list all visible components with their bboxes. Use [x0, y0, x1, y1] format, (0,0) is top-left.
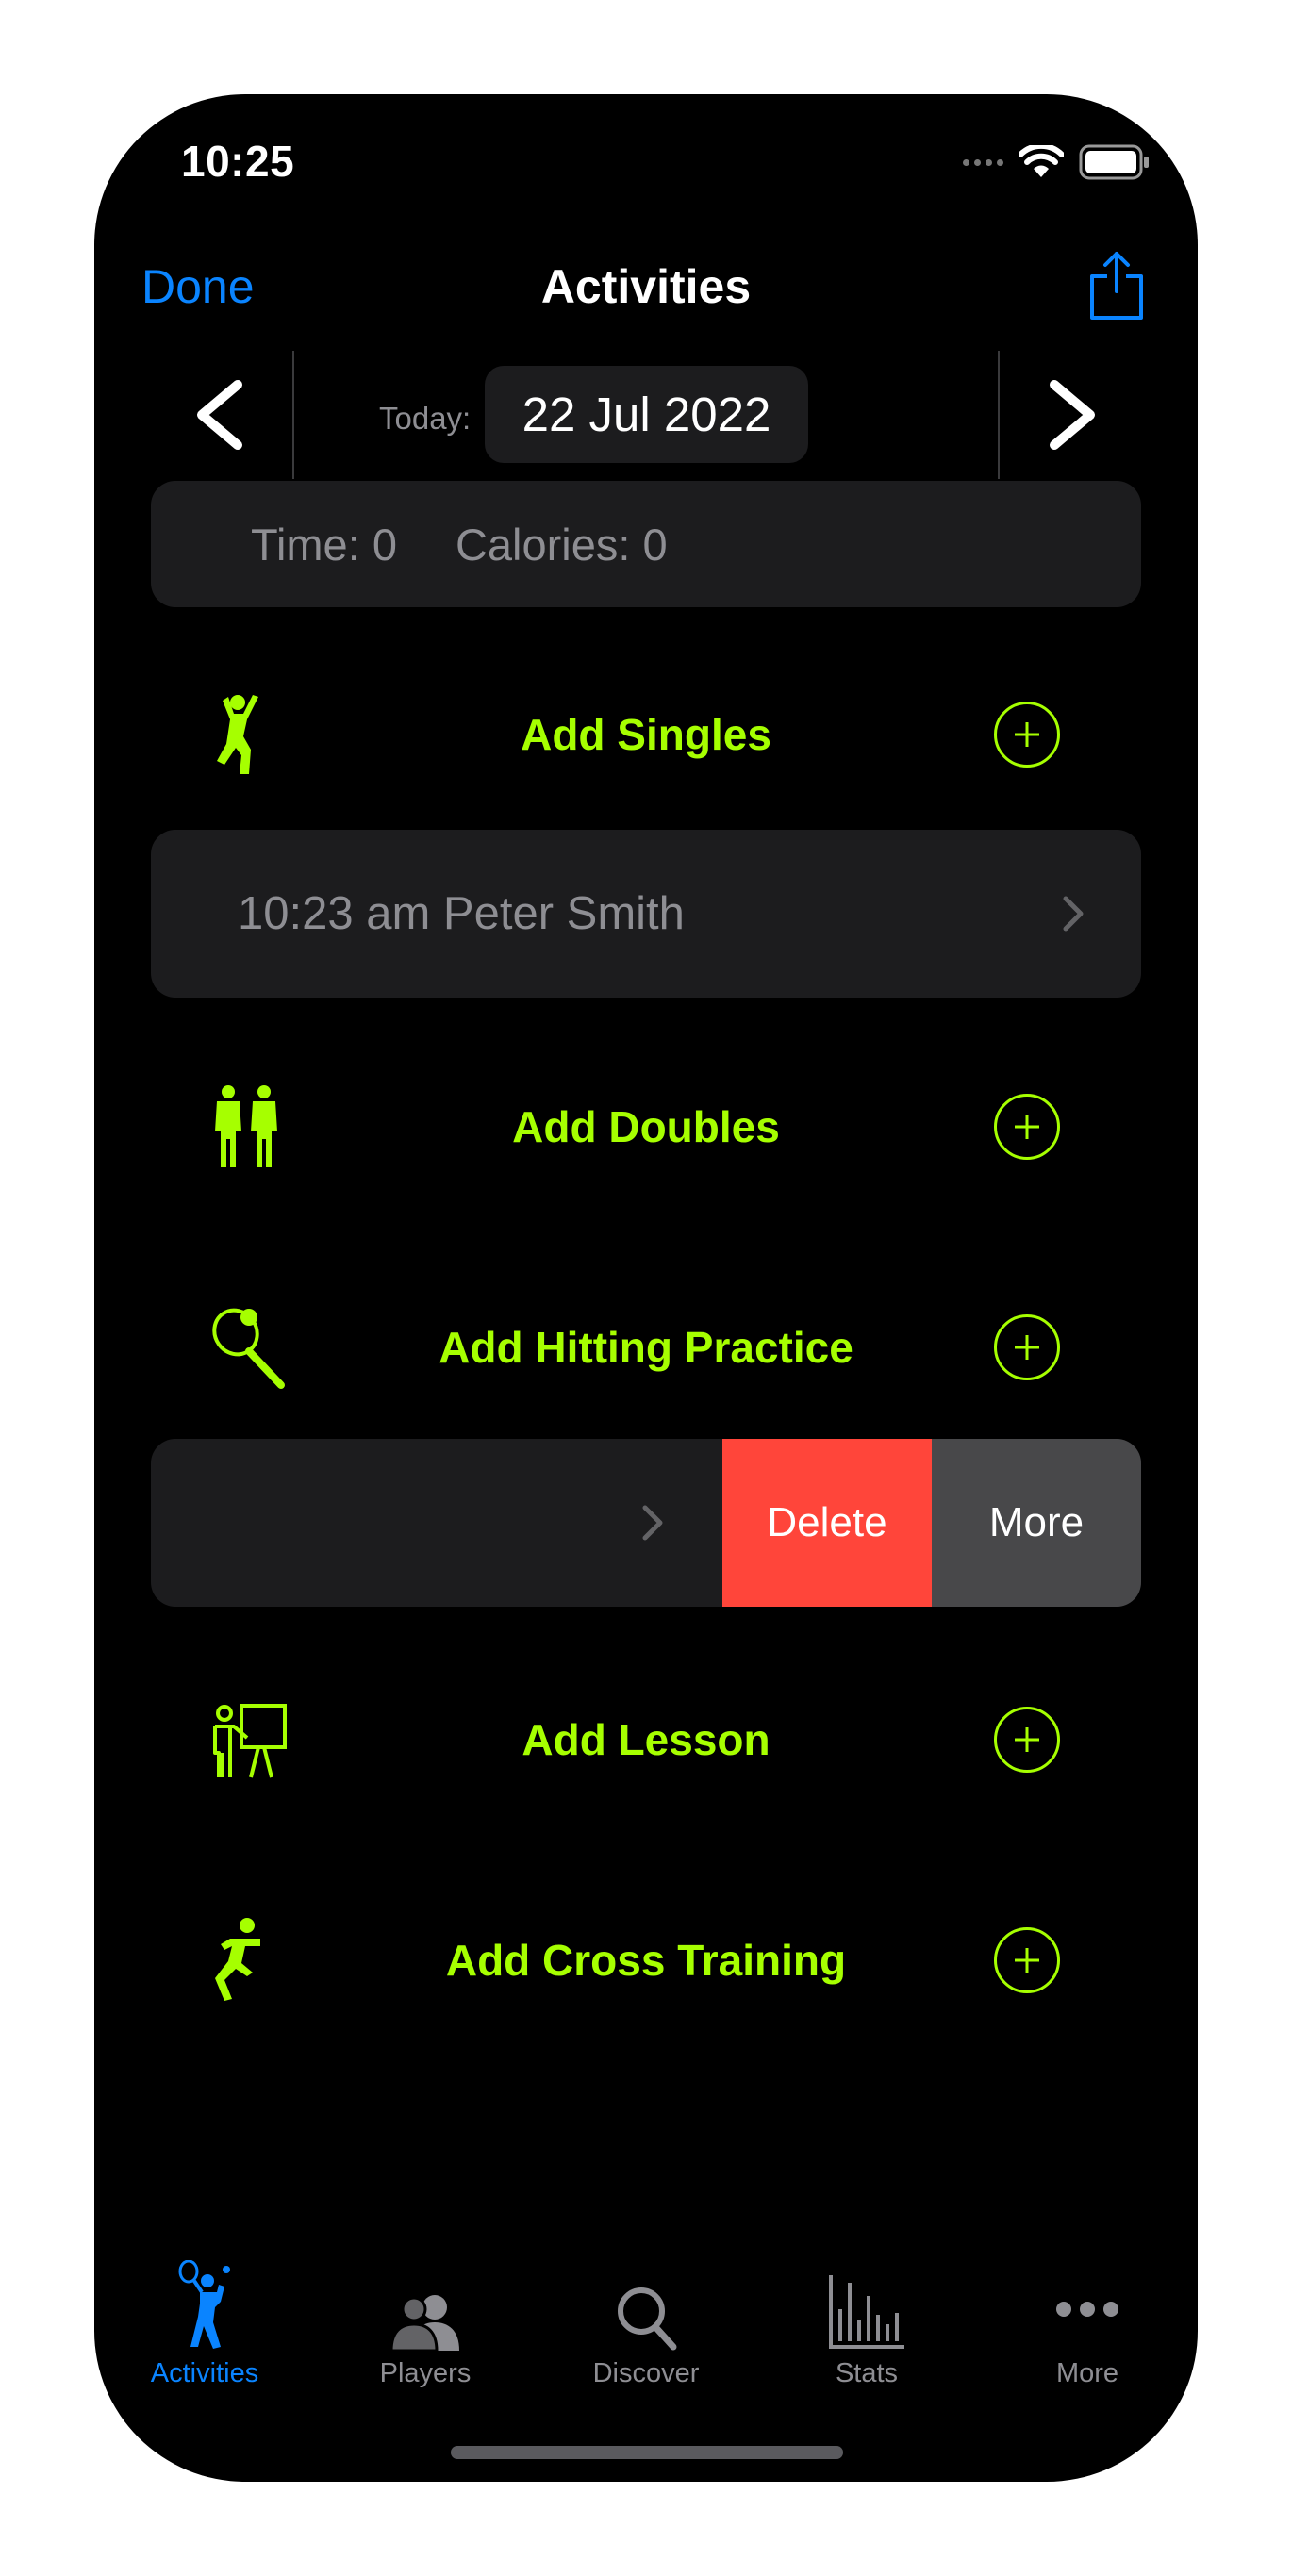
activity-entry[interactable]: 10:23 am Peter Smith — [151, 830, 1141, 998]
battery-icon — [1079, 144, 1149, 180]
share-icon[interactable] — [1088, 250, 1145, 322]
add-doubles-button[interactable] — [994, 1094, 1060, 1160]
entry-text: 10:23 am Peter Smith — [238, 888, 685, 939]
tab-activities-label: Activities — [150, 2358, 259, 2388]
add-singles-label: Add Singles — [521, 710, 771, 759]
divider-right — [998, 351, 1000, 479]
add-singles-row[interactable]: Add Singles — [151, 683, 1141, 786]
tab-stats-label: Stats — [835, 2358, 899, 2388]
add-cross-training-button[interactable] — [994, 1927, 1060, 1993]
tab-activities[interactable]: Activities — [94, 2238, 315, 2389]
add-hitting-practice-label: Add Hitting Practice — [439, 1323, 853, 1372]
tab-stats[interactable]: Stats — [756, 2238, 977, 2389]
total-time: Time: 0 — [251, 519, 397, 570]
chevron-right-icon — [1063, 896, 1084, 932]
tab-bar: Activities Players Discover Stats More — [94, 2238, 1198, 2389]
wifi-icon — [1019, 145, 1064, 177]
add-cross-training-label: Add Cross Training — [445, 1936, 847, 1985]
swiped-entry[interactable]: Delete More — [151, 1439, 1141, 1607]
tab-discover-label: Discover — [592, 2358, 700, 2388]
add-hitting-practice-button[interactable] — [994, 1314, 1060, 1380]
total-calories: Calories: 0 — [455, 519, 668, 570]
next-day-button[interactable] — [1039, 377, 1105, 453]
status-time: 10:25 — [181, 137, 295, 186]
chevron-right-icon — [642, 1505, 663, 1541]
status-icons — [963, 143, 1151, 181]
add-lesson-label: Add Lesson — [522, 1715, 770, 1764]
more-button[interactable]: More — [932, 1439, 1141, 1607]
delete-button[interactable]: Delete — [722, 1439, 932, 1607]
phone-screen: 10:25 Done Activities Today: 22 Jul 2022 — [94, 94, 1198, 2482]
add-cross-training-row[interactable]: Add Cross Training — [151, 1908, 1141, 2012]
add-lesson-row[interactable]: Add Lesson — [151, 1688, 1141, 1792]
add-doubles-label: Add Doubles — [512, 1102, 780, 1151]
cellular-signal-icon — [963, 158, 1003, 166]
tab-more[interactable]: More — [977, 2238, 1198, 2389]
divider-left — [292, 351, 294, 479]
tab-discover[interactable]: Discover — [536, 2238, 756, 2389]
daily-summary: Time: 0 Calories: 0 — [151, 481, 1141, 607]
home-indicator[interactable] — [451, 2446, 843, 2459]
people-icon — [389, 2295, 459, 2351]
tab-players[interactable]: Players — [315, 2238, 536, 2389]
add-doubles-row[interactable]: Add Doubles — [151, 1075, 1141, 1179]
bar-chart-icon — [829, 2275, 904, 2349]
date-picker[interactable]: 22 Jul 2022 — [485, 366, 808, 463]
tennis-player-icon — [178, 2260, 230, 2349]
tab-players-label: Players — [379, 2358, 472, 2388]
add-hitting-practice-row[interactable]: Add Hitting Practice — [151, 1296, 1141, 1399]
magnifier-icon — [618, 2287, 677, 2351]
tab-more-label: More — [1055, 2358, 1119, 2388]
page-title: Activities — [540, 260, 752, 313]
ellipsis-icon — [1056, 2302, 1118, 2317]
add-singles-button[interactable] — [994, 702, 1060, 768]
add-lesson-button[interactable] — [994, 1707, 1060, 1773]
previous-day-button[interactable] — [187, 377, 253, 453]
today-label: Today: — [379, 401, 472, 436]
